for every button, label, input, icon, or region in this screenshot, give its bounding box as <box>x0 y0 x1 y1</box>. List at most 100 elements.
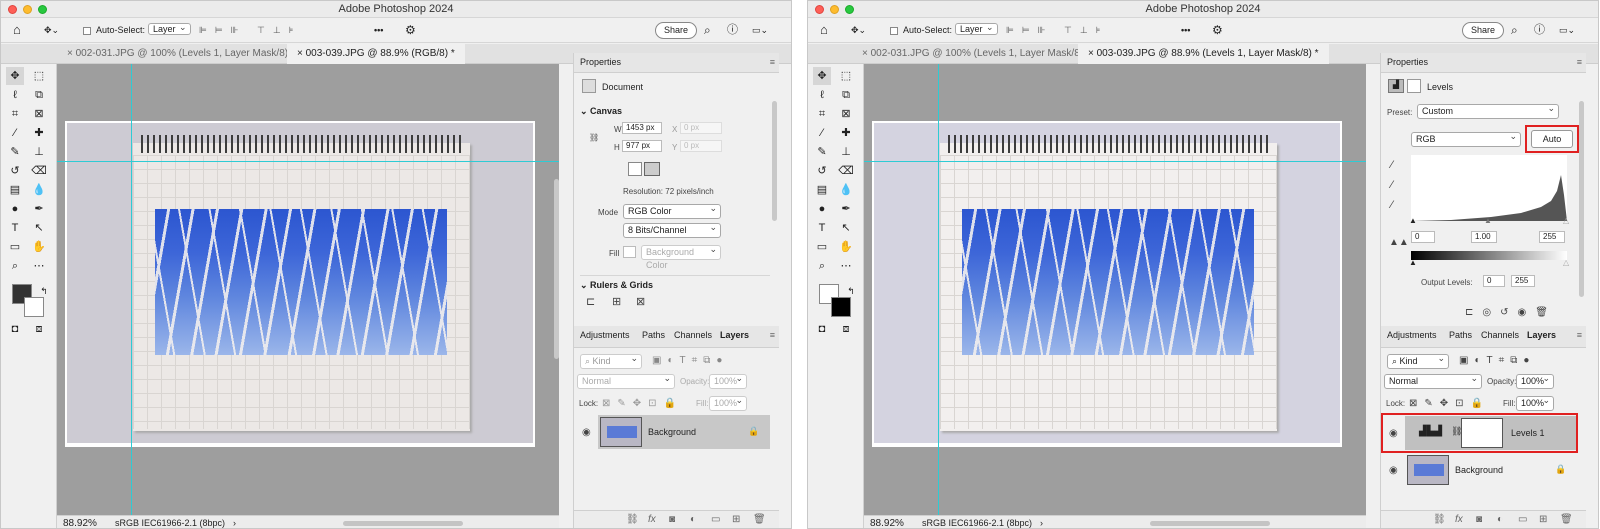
auto-select-checkbox[interactable] <box>890 27 898 35</box>
help-icon[interactable]: ⓘ <box>727 23 738 37</box>
auto-select-dropdown[interactable]: Layer <box>955 23 998 35</box>
link-layers-icon[interactable]: ⛓ <box>1433 514 1446 525</box>
zoom-tool-icon[interactable]: ⌕ <box>813 257 831 275</box>
output-white-slider[interactable]: △ <box>1563 258 1569 267</box>
eraser-icon[interactable]: ⌫ <box>30 162 48 180</box>
visibility-eye-icon[interactable]: ◉ <box>582 427 591 438</box>
guide-vertical[interactable] <box>131 64 132 515</box>
clipping-warning-icon[interactable]: ▲▲ <box>1389 237 1409 248</box>
move-tool-icon[interactable]: ✥ <box>813 67 831 85</box>
pen-tool-icon[interactable]: ✒ <box>30 200 48 218</box>
gray-eyedropper-icon[interactable]: ⁄ <box>1391 179 1393 191</box>
layer-background[interactable]: Background 🔒 <box>598 415 770 449</box>
trash-icon[interactable]: 🗑 <box>753 514 766 525</box>
align-icons[interactable]: ⊫⊨⊪ ⊤⊥⊧ <box>1006 23 1108 37</box>
more-tools-icon[interactable]: ⋯ <box>30 257 48 275</box>
type-tool-icon[interactable]: T <box>6 219 24 237</box>
align-icons[interactable]: ⊫⊨⊪ ⊤⊥⊧ <box>199 23 301 37</box>
lock-icons[interactable]: ⊠✎✥⊡🔒 <box>1409 398 1490 409</box>
lasso-tool-icon[interactable]: ℓ <box>6 86 24 104</box>
opacity-field[interactable]: 100% <box>709 372 747 389</box>
kind-filter-dropdown[interactable]: ⌕ Kind <box>580 352 642 369</box>
crop-tool-icon[interactable]: ⌗ <box>6 105 24 123</box>
crop-tool-icon[interactable]: ⌗ <box>813 105 831 123</box>
search-icon[interactable]: ⌕ <box>704 23 711 37</box>
gamma-slider[interactable]: ▲ <box>1484 216 1492 225</box>
fill-swatch[interactable] <box>623 246 636 258</box>
status-arrow-icon[interactable]: › <box>233 518 236 528</box>
tab-paths[interactable]: Paths <box>1449 330 1472 340</box>
screen-mode-icon[interactable]: ⧈ <box>837 320 855 338</box>
tab-channels[interactable]: Channels <box>674 330 712 340</box>
layers-menu-icon[interactable]: ≡ <box>770 330 775 340</box>
fill-opacity-field[interactable]: 100% <box>1516 394 1554 411</box>
move-tool-icon[interactable]: ✥⌄ <box>44 23 59 37</box>
layer-filter-icons[interactable]: ▣◐T⌗⧉● <box>652 355 728 366</box>
tab-layers[interactable]: Layers <box>1527 330 1556 340</box>
stamp-tool-icon[interactable]: ⊥ <box>837 143 855 161</box>
zoom-level[interactable]: 88.92% <box>870 518 904 528</box>
layer-filter-icons[interactable]: ▣◐T⌗⧉● <box>1459 355 1535 366</box>
auto-select-dropdown[interactable]: Layer <box>148 23 191 35</box>
more-tools-icon[interactable]: ⋯ <box>837 257 855 275</box>
vertical-scrollbar[interactable] <box>554 179 559 359</box>
mode-dropdown[interactable]: RGB Color <box>623 202 721 219</box>
blur-tool-icon[interactable]: 💧 <box>30 181 48 199</box>
dodge-tool-icon[interactable]: ● <box>813 200 831 218</box>
fill-dropdown[interactable]: Background Color <box>641 243 721 270</box>
adjustment-layer-icon[interactable]: ◐ <box>690 514 696 525</box>
visibility-eye-icon[interactable]: ◉ <box>1389 465 1398 476</box>
object-select-icon[interactable]: ⧉ <box>30 86 48 104</box>
canvas-area[interactable] <box>57 64 559 515</box>
guide-vertical[interactable] <box>938 64 939 515</box>
tab-layers[interactable]: Layers <box>720 330 749 340</box>
white-eyedropper-icon[interactable]: ⁄ <box>1391 199 1393 211</box>
tab-paths[interactable]: Paths <box>642 330 665 340</box>
marquee-tool-icon[interactable]: ⬚ <box>30 67 48 85</box>
share-button[interactable]: Share <box>1462 22 1505 39</box>
blend-mode-dropdown[interactable]: Normal <box>1384 372 1482 389</box>
output-black-field[interactable]: 0 <box>1483 275 1505 287</box>
opacity-field[interactable]: 100% <box>1516 372 1554 389</box>
screen-mode-icon[interactable]: ⧈ <box>30 320 48 338</box>
path-select-icon[interactable]: ↖ <box>837 219 855 237</box>
gear-icon[interactable]: ⚙ <box>405 23 416 37</box>
preset-dropdown[interactable]: Custom <box>1417 102 1559 119</box>
frame-tool-icon[interactable]: ⊠ <box>30 105 48 123</box>
black-eyedropper-icon[interactable]: ⁄ <box>1391 159 1393 171</box>
zoom-level[interactable]: 88.92% <box>63 518 97 528</box>
path-select-icon[interactable]: ↖ <box>30 219 48 237</box>
gradient-tool-icon[interactable]: ▤ <box>6 181 24 199</box>
healing-brush-icon[interactable]: ✚ <box>30 124 48 142</box>
input-black-field[interactable]: 0 <box>1411 231 1435 243</box>
new-layer-icon[interactable]: ⊞ <box>1539 514 1547 525</box>
gradient-tool-icon[interactable]: ▤ <box>813 181 831 199</box>
link-icon[interactable]: ⛓ <box>589 133 599 142</box>
properties-scrollbar[interactable] <box>1579 101 1584 297</box>
type-tool-icon[interactable]: T <box>813 219 831 237</box>
fx-icon[interactable]: fx <box>1455 514 1463 525</box>
frame-tool-icon[interactable]: ⊠ <box>837 105 855 123</box>
background-color-swatch[interactable] <box>24 297 44 317</box>
trash-icon[interactable]: 🗑 <box>1560 514 1573 525</box>
background-color-swatch[interactable] <box>831 297 851 317</box>
guide-horizontal[interactable] <box>57 161 559 162</box>
x-field[interactable]: 0 px <box>680 122 722 134</box>
tab-002-031[interactable]: × 002-031.JPG @ 100% (Levels 1, Layer Ma… <box>852 44 1100 64</box>
hand-tool-icon[interactable]: ✋ <box>837 238 855 256</box>
tab-002-031[interactable]: × 002-031.JPG @ 100% (Levels 1, Layer Ma… <box>57 44 305 64</box>
mask-icon[interactable]: ◙ <box>669 514 675 525</box>
levels-adjustment-icon[interactable]: ▟ <box>1388 79 1404 93</box>
portrait-orientation-icon[interactable] <box>628 162 642 176</box>
bit-depth-dropdown[interactable]: 8 Bits/Channel <box>623 221 721 238</box>
status-arrow-icon[interactable]: › <box>1040 518 1043 528</box>
stamp-tool-icon[interactable]: ⊥ <box>30 143 48 161</box>
adjustment-bottom-icons[interactable]: ⊏◎↺◉🗑 <box>1465 307 1557 318</box>
quick-mask-icon[interactable]: ◘ <box>6 320 24 338</box>
horizontal-scrollbar[interactable] <box>1150 521 1270 526</box>
move-tool-icon[interactable]: ✥⌄ <box>851 23 866 37</box>
blur-tool-icon[interactable]: 💧 <box>837 181 855 199</box>
zoom-tool-icon[interactable]: ⌕ <box>6 257 24 275</box>
gear-icon[interactable]: ⚙ <box>1212 23 1223 37</box>
new-layer-icon[interactable]: ⊞ <box>732 514 740 525</box>
